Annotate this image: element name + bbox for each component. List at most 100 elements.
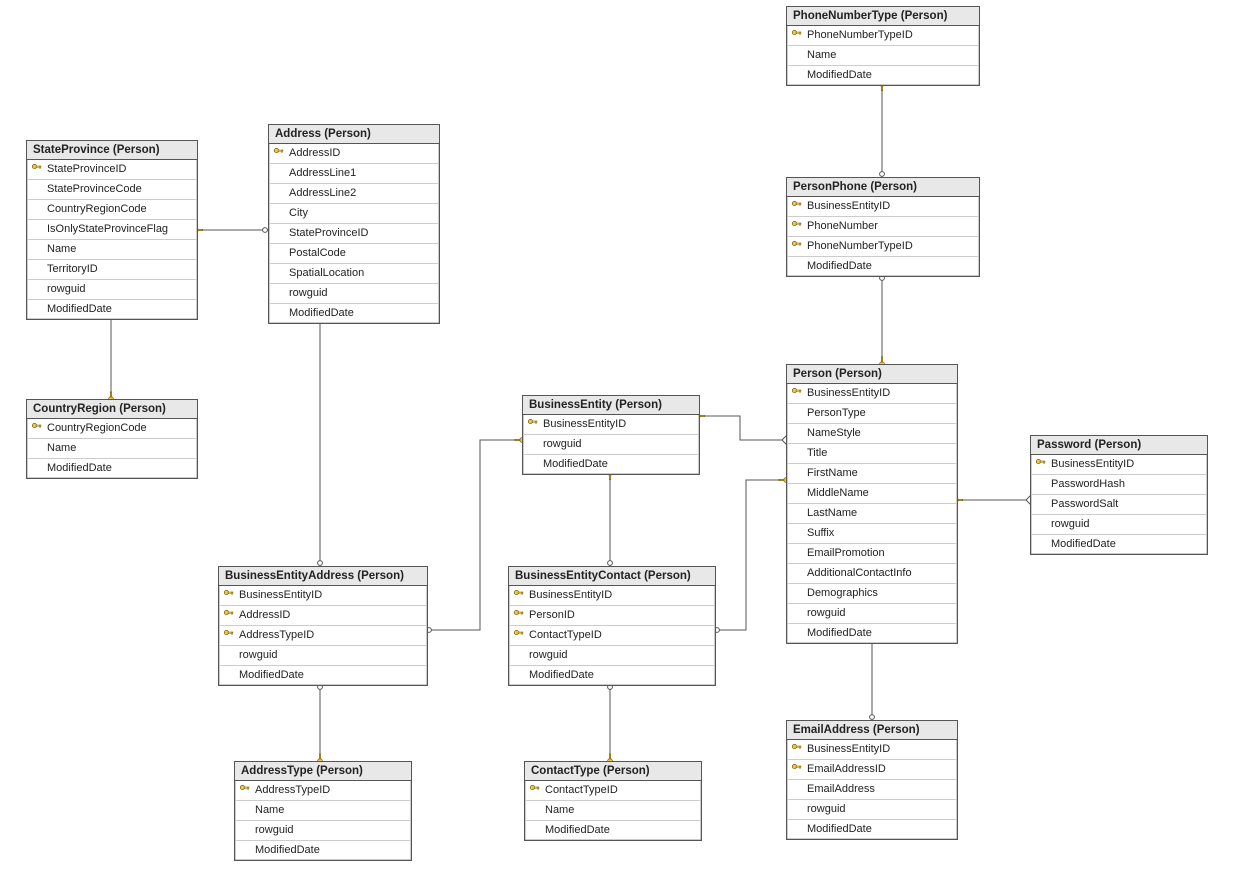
column-row[interactable]: BusinessEntityID — [219, 586, 427, 606]
column-row[interactable]: ModifiedDate — [219, 666, 427, 685]
column-row[interactable]: PhoneNumberTypeID — [787, 237, 979, 257]
table-addressType[interactable]: AddressType (Person)AddressTypeIDNamerow… — [234, 761, 412, 861]
column-row[interactable]: rowguid — [235, 821, 411, 841]
column-row[interactable]: AddressLine2 — [269, 184, 439, 204]
column-row[interactable]: BusinessEntityID — [1031, 455, 1207, 475]
column-row[interactable]: BusinessEntityID — [787, 197, 979, 217]
table-businessEntityAddress[interactable]: BusinessEntityAddress (Person)BusinessEn… — [218, 566, 428, 686]
column-row[interactable]: ModifiedDate — [27, 459, 197, 478]
column-row[interactable]: Name — [27, 240, 197, 260]
column-row[interactable]: StateProvinceCode — [27, 180, 197, 200]
column-row[interactable]: rowguid — [1031, 515, 1207, 535]
column-row[interactable]: rowguid — [523, 435, 699, 455]
column-row[interactable]: ModifiedDate — [787, 624, 957, 643]
table-businessEntityContact[interactable]: BusinessEntityContact (Person)BusinessEn… — [508, 566, 716, 686]
table-header[interactable]: BusinessEntityAddress (Person) — [219, 567, 427, 586]
column-row[interactable]: BusinessEntityID — [787, 384, 957, 404]
table-header[interactable]: Password (Person) — [1031, 436, 1207, 455]
column-row[interactable]: ModifiedDate — [1031, 535, 1207, 554]
column-row[interactable]: PersonID — [509, 606, 715, 626]
column-row[interactable]: Name — [787, 46, 979, 66]
column-row[interactable]: AdditionalContactInfo — [787, 564, 957, 584]
table-personPhone[interactable]: PersonPhone (Person)BusinessEntityIDPhon… — [786, 177, 980, 277]
column-row[interactable]: rowguid — [27, 280, 197, 300]
table-emailAddress[interactable]: EmailAddress (Person)BusinessEntityIDEma… — [786, 720, 958, 840]
column-row[interactable]: ModifiedDate — [787, 820, 957, 839]
column-row[interactable]: Demographics — [787, 584, 957, 604]
table-header[interactable]: Person (Person) — [787, 365, 957, 384]
column-row[interactable]: PhoneNumber — [787, 217, 979, 237]
column-row[interactable]: PersonType — [787, 404, 957, 424]
column-row[interactable]: ContactTypeID — [509, 626, 715, 646]
column-name: rowguid — [543, 438, 582, 450]
column-row[interactable]: CountryRegionCode — [27, 419, 197, 439]
column-row[interactable]: SpatialLocation — [269, 264, 439, 284]
table-header[interactable]: ContactType (Person) — [525, 762, 701, 781]
column-row[interactable]: StateProvinceID — [27, 160, 197, 180]
table-header[interactable]: CountryRegion (Person) — [27, 400, 197, 419]
column-row[interactable]: ModifiedDate — [787, 257, 979, 276]
column-row[interactable]: FirstName — [787, 464, 957, 484]
column-row[interactable]: ModifiedDate — [269, 304, 439, 323]
column-row[interactable]: rowguid — [787, 800, 957, 820]
table-password[interactable]: Password (Person)BusinessEntityIDPasswor… — [1030, 435, 1208, 555]
column-row[interactable]: BusinessEntityID — [787, 740, 957, 760]
column-row[interactable]: PasswordSalt — [1031, 495, 1207, 515]
column-row[interactable]: EmailAddress — [787, 780, 957, 800]
table-businessEntity[interactable]: BusinessEntity (Person)BusinessEntityID r… — [522, 395, 700, 475]
table-header[interactable]: BusinessEntityContact (Person) — [509, 567, 715, 586]
column-row[interactable]: rowguid — [787, 604, 957, 624]
table-address[interactable]: Address (Person)AddressIDAddressLine1Add… — [268, 124, 440, 324]
column-row[interactable]: Suffix — [787, 524, 957, 544]
column-row[interactable]: AddressLine1 — [269, 164, 439, 184]
table-header[interactable]: PhoneNumberType (Person) — [787, 7, 979, 26]
column-row[interactable]: PasswordHash — [1031, 475, 1207, 495]
column-row[interactable]: PostalCode — [269, 244, 439, 264]
column-row[interactable]: ContactTypeID — [525, 781, 701, 801]
column-row[interactable]: EmailPromotion — [787, 544, 957, 564]
column-row[interactable]: AddressID — [219, 606, 427, 626]
column-row[interactable]: LastName — [787, 504, 957, 524]
column-row[interactable]: Name — [525, 801, 701, 821]
table-header[interactable]: PersonPhone (Person) — [787, 178, 979, 197]
table-contactType[interactable]: ContactType (Person)ContactTypeIDNameMod… — [524, 761, 702, 841]
table-countryRegion[interactable]: CountryRegion (Person)CountryRegionCodeN… — [26, 399, 198, 479]
key-icon — [791, 29, 802, 40]
key-icon — [31, 163, 42, 174]
column-row[interactable]: AddressTypeID — [219, 626, 427, 646]
column-row[interactable]: ModifiedDate — [525, 821, 701, 840]
table-header[interactable]: BusinessEntity (Person) — [523, 396, 699, 415]
column-row[interactable]: ModifiedDate — [235, 841, 411, 860]
table-stateProvince[interactable]: StateProvince (Person)StateProvinceIDSta… — [26, 140, 198, 320]
table-header[interactable]: EmailAddress (Person) — [787, 721, 957, 740]
column-row[interactable]: rowguid — [269, 284, 439, 304]
column-row[interactable]: BusinessEntityID — [523, 415, 699, 435]
column-row[interactable]: ModifiedDate — [27, 300, 197, 319]
column-row[interactable]: rowguid — [219, 646, 427, 666]
table-phoneNumberType[interactable]: PhoneNumberType (Person)PhoneNumberTypeI… — [786, 6, 980, 86]
column-row[interactable]: rowguid — [509, 646, 715, 666]
column-row[interactable]: CountryRegionCode — [27, 200, 197, 220]
table-header[interactable]: Address (Person) — [269, 125, 439, 144]
column-row[interactable]: StateProvinceID — [269, 224, 439, 244]
column-row[interactable]: ModifiedDate — [523, 455, 699, 474]
column-row[interactable]: Name — [27, 439, 197, 459]
column-row[interactable]: ModifiedDate — [787, 66, 979, 85]
column-row[interactable]: AddressTypeID — [235, 781, 411, 801]
column-row[interactable]: IsOnlyStateProvinceFlag — [27, 220, 197, 240]
column-row[interactable]: NameStyle — [787, 424, 957, 444]
column-row[interactable]: BusinessEntityID — [509, 586, 715, 606]
table-header[interactable]: StateProvince (Person) — [27, 141, 197, 160]
column-row[interactable]: MiddleName — [787, 484, 957, 504]
column-row[interactable]: AddressID — [269, 144, 439, 164]
table-header[interactable]: AddressType (Person) — [235, 762, 411, 781]
column-row[interactable]: City — [269, 204, 439, 224]
column-row[interactable]: PhoneNumberTypeID — [787, 26, 979, 46]
column-name: PhoneNumberTypeID — [807, 240, 913, 252]
column-row[interactable]: EmailAddressID — [787, 760, 957, 780]
column-row[interactable]: Title — [787, 444, 957, 464]
table-person[interactable]: Person (Person)BusinessEntityIDPersonTyp… — [786, 364, 958, 644]
column-row[interactable]: ModifiedDate — [509, 666, 715, 685]
column-row[interactable]: Name — [235, 801, 411, 821]
column-row[interactable]: TerritoryID — [27, 260, 197, 280]
